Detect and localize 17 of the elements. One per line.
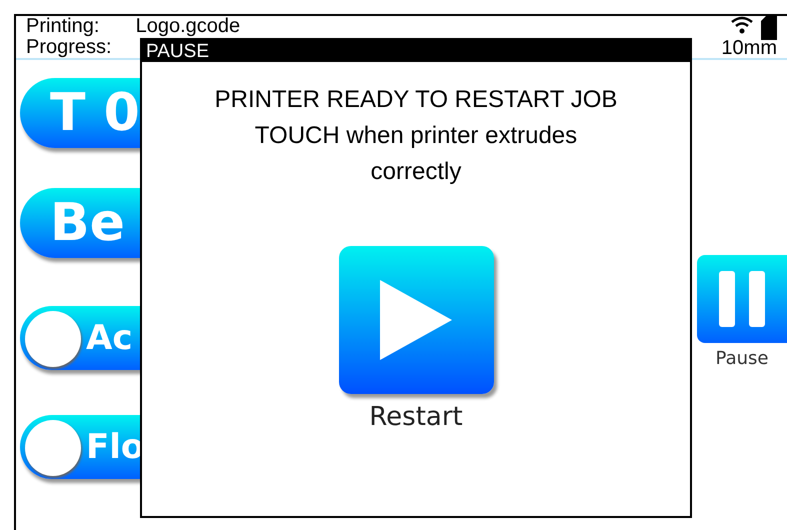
file-name: Logo.gcode	[136, 16, 240, 37]
pause-label: Pause	[716, 347, 768, 371]
distance-value: 10mm	[721, 38, 777, 59]
pause-button[interactable]	[697, 255, 787, 343]
dialog-message: TOUCH when printer extrudes correctly	[254, 121, 578, 187]
dialog-title: PAUSE	[146, 42, 210, 60]
pause-icon	[719, 271, 765, 327]
dialog-message: PRINTER READY TO RESTART JOB	[214, 85, 618, 115]
toggle-knob	[25, 420, 81, 476]
toggle-label: Ac	[86, 321, 132, 355]
play-icon	[380, 280, 452, 360]
progress-label: Progress:	[26, 37, 112, 58]
printing-label: Printing:	[26, 16, 100, 37]
toggle-label: Flo	[86, 430, 144, 464]
restart-label: Restart	[369, 401, 463, 434]
restart-button[interactable]	[338, 246, 494, 394]
toggle-knob	[25, 311, 81, 367]
